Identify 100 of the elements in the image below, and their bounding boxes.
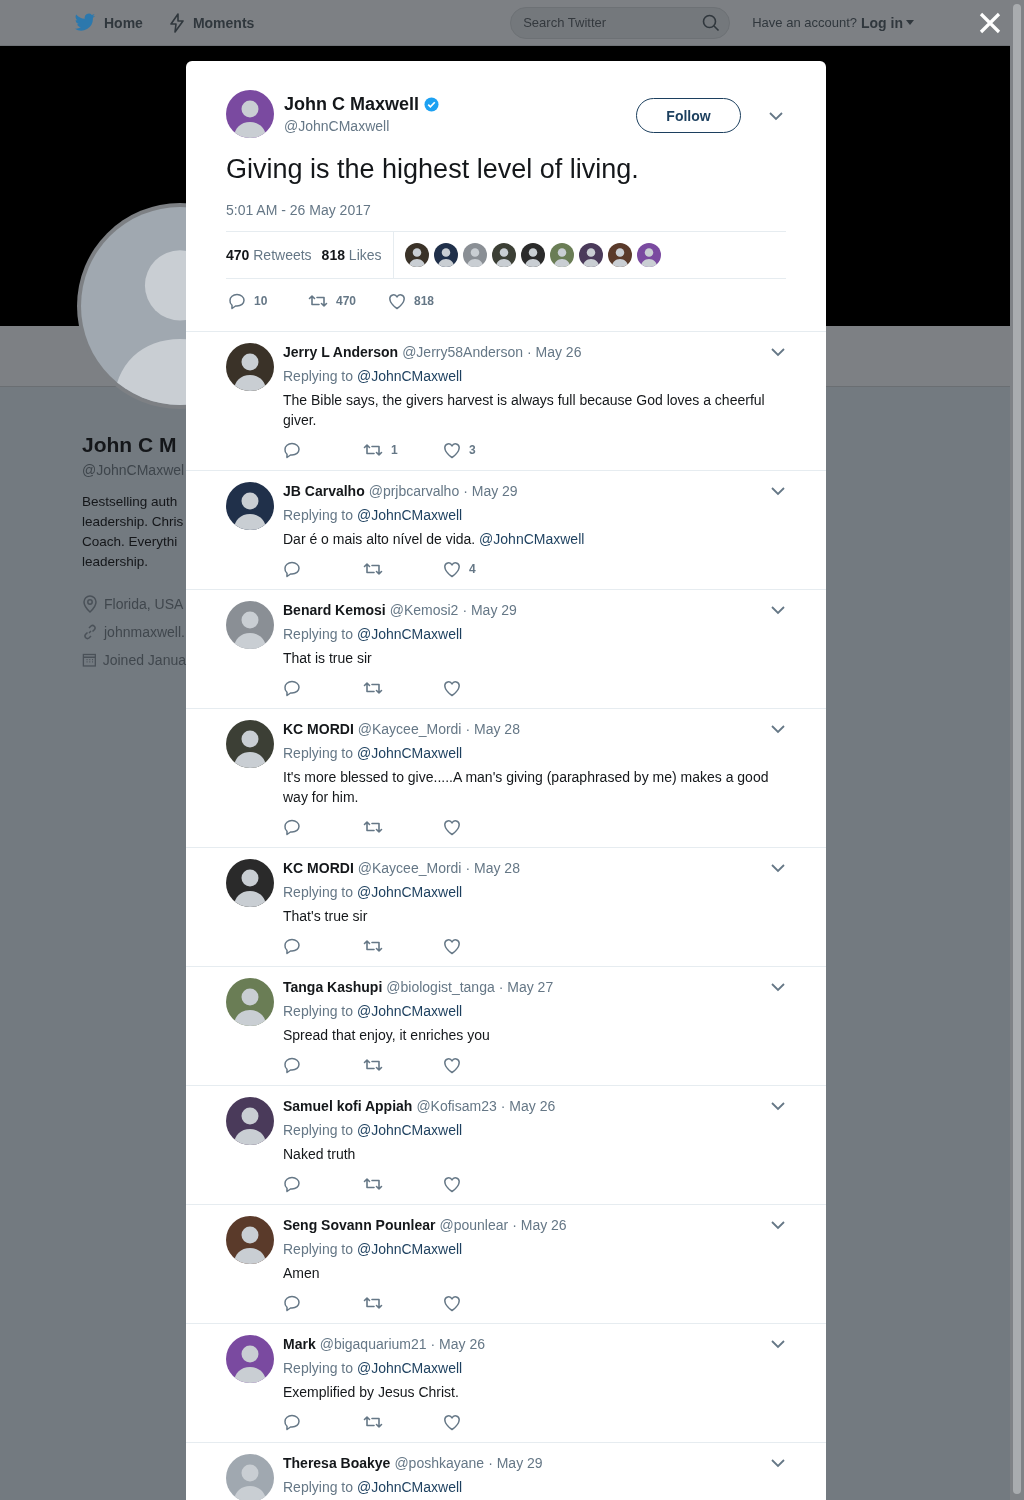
avatar-icon[interactable]	[520, 243, 545, 267]
author-name[interactable]: Theresa Boakye	[283, 1455, 391, 1471]
retweet-icon[interactable]	[363, 1413, 383, 1431]
retweet-icon[interactable]	[308, 292, 328, 310]
heart-icon[interactable]	[443, 1413, 461, 1431]
chevron-down-icon[interactable]	[768, 111, 784, 121]
likes-stat[interactable]: 818 Likes	[321, 247, 382, 263]
reply-icon[interactable]	[283, 1056, 301, 1074]
tweet-date[interactable]: · May 29	[488, 1455, 543, 1471]
retweet-icon[interactable]	[363, 1175, 383, 1193]
avatar-icon[interactable]	[226, 482, 274, 530]
author-name[interactable]: John C Maxwell	[284, 92, 420, 116]
reply-icon[interactable]	[283, 1175, 301, 1193]
chevron-down-icon[interactable]	[770, 863, 786, 873]
avatar-icon[interactable]	[491, 243, 516, 267]
mention-link[interactable]: @JohnCMaxwell	[356, 1360, 463, 1376]
mention-link[interactable]: @JohnCMaxwell	[356, 1003, 463, 1019]
avatar-icon[interactable]	[226, 859, 274, 907]
reply-icon[interactable]	[283, 1413, 301, 1431]
tweet-date[interactable]: · May 27	[498, 979, 554, 995]
heart-icon[interactable]	[443, 1175, 461, 1193]
reply-icon[interactable]	[228, 292, 246, 310]
chevron-down-icon[interactable]	[770, 347, 786, 357]
author-name[interactable]: KC MORDI	[283, 860, 354, 876]
chevron-down-icon[interactable]	[770, 605, 786, 615]
avatar-icon[interactable]	[578, 243, 603, 267]
author-handle[interactable]: @Jerry58Anderson	[402, 344, 523, 360]
tweet-date[interactable]: · May 28	[465, 721, 520, 737]
mention-link[interactable]: @JohnCMaxwell	[356, 745, 463, 761]
retweet-icon[interactable]	[363, 1056, 383, 1074]
author-name[interactable]: Seng Sovann Pounlear	[283, 1217, 436, 1233]
tweet-date[interactable]: · May 29	[463, 483, 518, 499]
tweet-date[interactable]: · May 29	[462, 602, 517, 618]
retweet-icon[interactable]	[363, 818, 383, 836]
avatar-icon[interactable]	[226, 1216, 274, 1264]
author-name[interactable]: Samuel kofi Appiah	[283, 1098, 413, 1114]
mention-link[interactable]: @JohnCMaxwell	[356, 507, 463, 523]
reply-icon[interactable]	[283, 560, 301, 578]
avatar-icon[interactable]	[226, 1097, 274, 1145]
heart-icon[interactable]	[443, 560, 461, 578]
reply-icon[interactable]	[283, 937, 301, 955]
mention-link[interactable]: @JohnCMaxwell	[356, 626, 463, 642]
reply-icon[interactable]	[283, 1294, 301, 1312]
author-handle[interactable]: @prjbcarvalho	[368, 483, 460, 499]
mention-link[interactable]: @JohnCMaxwell	[356, 1122, 463, 1138]
heart-icon[interactable]	[443, 937, 461, 955]
tweet-date[interactable]: · May 26	[527, 344, 582, 360]
avatar-icon[interactable]	[226, 343, 274, 391]
heart-icon[interactable]	[443, 441, 461, 459]
author-handle[interactable]: @Kemosi2	[389, 602, 459, 618]
author-handle[interactable]: @Kofisam23	[416, 1098, 497, 1114]
avatar-icon[interactable]	[226, 90, 274, 138]
author-name[interactable]: JB Carvalho	[283, 483, 365, 499]
mention-link[interactable]: @JohnCMaxwell	[356, 884, 463, 900]
chevron-down-icon[interactable]	[770, 1101, 786, 1111]
retweet-icon[interactable]	[363, 1294, 383, 1312]
chevron-down-icon[interactable]	[770, 982, 786, 992]
retweet-icon[interactable]	[363, 441, 383, 459]
heart-icon[interactable]	[443, 1056, 461, 1074]
avatar-icon[interactable]	[404, 243, 429, 267]
avatar-icon[interactable]	[433, 243, 458, 267]
close-icon[interactable]	[979, 12, 1001, 34]
author-name[interactable]: Benard Kemosi	[283, 602, 386, 618]
search-field[interactable]: Search Twitter	[510, 6, 731, 39]
mention-link[interactable]: @JohnCMaxwell	[356, 368, 463, 384]
heart-icon[interactable]	[443, 679, 461, 697]
avatar-icon[interactable]	[607, 243, 632, 267]
tweet-date[interactable]: · May 28	[465, 860, 520, 876]
author-name[interactable]: Jerry L Anderson	[283, 344, 399, 360]
reply-icon[interactable]	[283, 818, 301, 836]
tweet-date[interactable]: · May 26	[500, 1098, 556, 1114]
avatar-icon[interactable]	[226, 1335, 274, 1383]
reply-icon[interactable]	[283, 679, 301, 697]
author-handle[interactable]: @Kaycee_Mordi	[357, 721, 462, 737]
mention-link[interactable]: @JohnCMaxwell	[356, 1479, 463, 1495]
caret-icon[interactable]	[906, 20, 914, 25]
author-name[interactable]: Mark	[283, 1336, 316, 1352]
author-handle[interactable]: @pounlear	[439, 1217, 509, 1233]
retweet-icon[interactable]	[363, 679, 383, 697]
author-handle[interactable]: @biologist_tanga	[386, 979, 495, 995]
heart-icon[interactable]	[443, 1294, 461, 1312]
chevron-down-icon[interactable]	[770, 724, 786, 734]
avatar-icon[interactable]	[636, 243, 661, 267]
heart-icon[interactable]	[443, 818, 461, 836]
avatar-icon[interactable]	[226, 720, 274, 768]
retweet-icon[interactable]	[363, 937, 383, 955]
chevron-down-icon[interactable]	[770, 1220, 786, 1230]
search-icon[interactable]	[702, 13, 721, 32]
author-handle[interactable]: @Kaycee_Mordi	[357, 860, 462, 876]
tweet-date[interactable]: · May 26	[430, 1336, 485, 1352]
chevron-down-icon[interactable]	[770, 486, 786, 496]
heart-icon[interactable]	[388, 292, 406, 310]
tweet-date[interactable]: · May 26	[512, 1217, 567, 1233]
follow-button[interactable]: Follow	[636, 98, 741, 133]
author-name[interactable]: Tanga Kashupi	[283, 979, 383, 995]
author-handle[interactable]: @poshkayane	[394, 1455, 485, 1471]
chevron-down-icon[interactable]	[770, 1458, 786, 1468]
mention-link[interactable]: @JohnCMaxwell	[356, 1241, 463, 1257]
author-handle[interactable]: @bigaquarium21	[319, 1336, 427, 1352]
author-name[interactable]: KC MORDI	[283, 721, 354, 737]
